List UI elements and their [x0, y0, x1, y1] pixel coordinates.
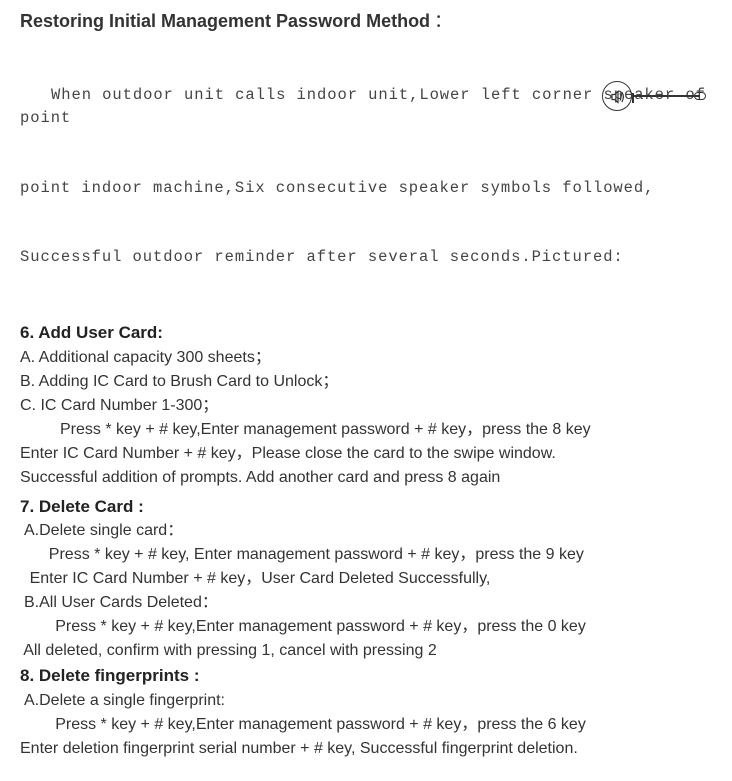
document-page: Restoring Initial Management Password Me… — [0, 0, 732, 781]
sec7-b: B.All User Cards Deleted： — [24, 591, 712, 615]
restore-intro: When outdoor unit calls indoor unit,Lowe… — [20, 37, 712, 316]
sec6-step1: Press * key + # key,Enter management pas… — [20, 418, 712, 442]
sec7-b-step2: All deleted, confirm with pressing 1, ca… — [20, 639, 712, 663]
restore-heading-text: Restoring Initial Management Password Me… — [20, 11, 430, 31]
sec7-a-step2: Enter IC Card Number + # key，User Card D… — [20, 567, 712, 591]
restore-heading-colon: ： — [434, 11, 452, 31]
restore-intro-line1: When outdoor unit calls indoor unit,Lowe… — [20, 84, 712, 131]
sec7-b-step1: Press * key + # key,Enter management pas… — [20, 615, 712, 639]
sec6-item-b: B. Adding IC Card to Brush Card to Unloc… — [20, 370, 712, 394]
sec6-step2: Enter IC Card Number + # key，Please clos… — [20, 442, 712, 466]
sec6-item-c: C. IC Card Number 1-300； — [20, 394, 712, 418]
sec8-a-step1: Press * key + # key,Enter management pas… — [20, 713, 712, 737]
sec7-a: A.Delete single card： — [24, 519, 712, 543]
sec8-a-step2: Enter deletion fingerprint serial number… — [20, 737, 712, 761]
sec8-a: A.Delete a single fingerprint: — [24, 689, 712, 713]
restore-intro-line3: Successful outdoor reminder after severa… — [20, 246, 712, 269]
sec6-item-a: A. Additional capacity 300 sheets； — [20, 346, 712, 370]
sec6-step3: Successful addition of prompts. Add anot… — [20, 466, 712, 490]
section-6-title: 6. Add User Card: — [20, 320, 712, 346]
section-8-title: 8. Delete fingerprints : — [20, 663, 712, 689]
restore-heading: Restoring Initial Management Password Me… — [20, 8, 712, 35]
restore-intro-line2: point indoor machine,Six consecutive spe… — [20, 177, 712, 200]
sec7-a-step1: Press * key + # key, Enter management pa… — [20, 543, 712, 567]
section-7-title: 7. Delete Card : — [20, 494, 712, 520]
